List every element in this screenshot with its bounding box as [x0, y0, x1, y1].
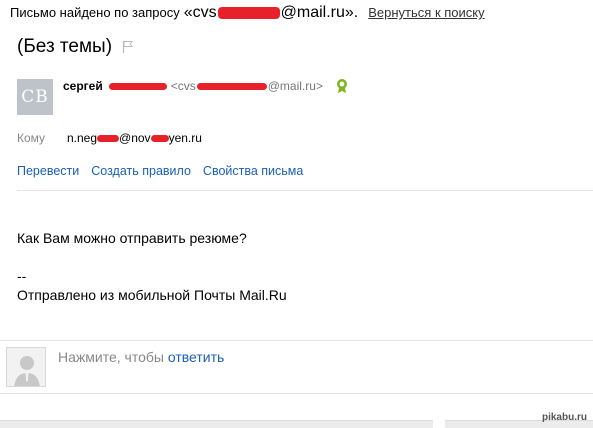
divider — [17, 190, 593, 191]
quick-reply-box[interactable]: Нажмите, чтобы ответить — [0, 340, 593, 394]
message-subject-row: (Без темы) — [17, 36, 134, 58]
message-actions: Перевести Создать правило Свойства письм… — [17, 164, 303, 178]
signature-separator: -- — [17, 268, 27, 284]
redaction — [196, 83, 267, 91]
search-query: «cvs @mail.ru». — [183, 4, 359, 21]
reply-prompt[interactable]: Нажмите, чтобы ответить — [58, 349, 224, 365]
sender-email[interactable]: <cvs @mail.ru> — [171, 79, 323, 93]
reply-link[interactable]: ответить — [168, 349, 224, 365]
recipient-label: Кому — [17, 131, 46, 145]
redaction — [150, 135, 169, 143]
sender-info: сергей <cvs @mail.ru> — [63, 78, 349, 94]
message-body: Как Вам можно отправить резюме? -- Отпра… — [17, 229, 287, 305]
search-result-bar: Письмо найдено по запросу «cvs @mail.ru».… — [10, 4, 485, 22]
redaction — [217, 6, 280, 19]
user-avatar-icon — [6, 347, 46, 387]
verified-sender-icon — [335, 78, 349, 94]
body-text-line: Как Вам можно отправить резюме? — [17, 230, 247, 246]
redaction — [108, 82, 167, 90]
bottom-panel — [0, 420, 433, 428]
message-subject: (Без темы) — [17, 36, 113, 57]
create-rule-link[interactable]: Создать правило — [91, 164, 191, 178]
flag-icon[interactable] — [122, 40, 134, 54]
back-to-search-link[interactable]: Вернуться к поиску — [368, 5, 484, 20]
watermark: pikabu.ru — [541, 412, 587, 423]
message-properties-link[interactable]: Свойства письма — [203, 164, 303, 178]
sender-name[interactable]: сергей — [63, 79, 103, 93]
redaction — [97, 135, 120, 143]
translate-link[interactable]: Перевести — [17, 164, 79, 178]
sender-avatar[interactable]: CB — [17, 79, 53, 115]
search-result-label: Письмо найдено по запросу — [10, 5, 180, 20]
recipient-email[interactable]: n.neg @nov yen.ru — [67, 131, 202, 145]
signature: Отправлено из мобильной Почты Mail.Ru — [17, 287, 287, 303]
recipient-row: Кому n.neg @nov yen.ru — [17, 131, 202, 145]
